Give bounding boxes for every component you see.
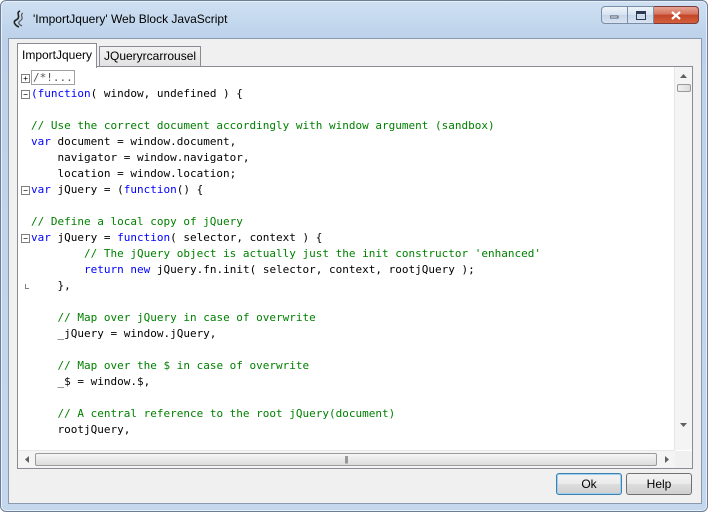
- swirl-javascript-icon: [13, 10, 24, 28]
- code-line: _$ = window.$,: [31, 374, 541, 390]
- arrow-down-icon: [680, 422, 687, 427]
- collapsed-block[interactable]: /*!...: [31, 70, 75, 85]
- collapse-fold-icon[interactable]: −: [21, 90, 30, 99]
- collapse-fold-icon[interactable]: −: [21, 234, 30, 243]
- code-editor[interactable]: + − − − /*!... (function( window, undefined …: [19, 68, 674, 451]
- vertical-scroll-thumb[interactable]: [677, 84, 691, 92]
- code-line: var jQuery = function( selector, context…: [31, 230, 541, 246]
- minimize-button[interactable]: [601, 6, 628, 24]
- code-line: },: [31, 278, 541, 294]
- tab-panel: + − − − /*!... (function( window, undefined …: [17, 66, 693, 469]
- scroll-left-button[interactable]: [18, 451, 35, 468]
- expand-fold-icon[interactable]: +: [21, 74, 30, 83]
- code-comment: // Map over the $ in case of overwrite: [57, 359, 310, 372]
- tab-jqueryrcarrousel[interactable]: JQueryrcarrousel: [99, 46, 202, 67]
- code-line: return new jQuery.fn.init( selector, con…: [31, 262, 541, 278]
- code-keyword: var: [31, 183, 51, 196]
- code-keyword: (function: [31, 87, 91, 100]
- code-line: location = window.location;: [31, 166, 541, 182]
- code-keyword: function: [123, 183, 177, 196]
- close-button[interactable]: [654, 6, 699, 24]
- code-line: var jQuery = (function() {: [31, 182, 541, 198]
- scroll-right-button[interactable]: [658, 451, 675, 468]
- code-token: _jQuery = window.jQuery,: [31, 327, 217, 340]
- collapse-fold-icon[interactable]: −: [21, 186, 30, 195]
- code-token: () {: [176, 183, 204, 196]
- dialog-window: 'ImportJquery' Web Block JavaScript Impo…: [0, 0, 708, 512]
- code-line: // Define a local copy of jQuery: [31, 214, 541, 230]
- code-text[interactable]: /*!... (function( window, undefined ) {//…: [31, 70, 541, 438]
- code-line: (function( window, undefined ) {: [31, 86, 541, 102]
- code-line: var document = window.document,: [31, 134, 541, 150]
- tab-label: ImportJquery: [22, 48, 93, 62]
- code-keyword: var: [31, 231, 51, 244]
- ok-button[interactable]: Ok: [556, 473, 622, 495]
- code-line: rootjQuery,: [31, 422, 541, 438]
- code-line: navigator = window.navigator,: [31, 150, 541, 166]
- title-bar[interactable]: 'ImportJquery' Web Block JavaScript: [1, 1, 707, 37]
- code-comment: // A central reference to the root jQuer…: [57, 407, 396, 420]
- code-token: jQuery.fn.init( selector, context, rootj…: [150, 263, 475, 276]
- code-token: rootjQuery,: [31, 423, 131, 436]
- scroll-up-button[interactable]: [675, 67, 692, 84]
- code-line: _jQuery = window.jQuery,: [31, 326, 541, 342]
- tab-importjquery[interactable]: ImportJquery: [17, 43, 98, 68]
- code-keyword: function: [117, 231, 171, 244]
- horizontal-scrollbar[interactable]: |||: [18, 450, 675, 468]
- scrollbar-corner: [675, 451, 692, 468]
- arrow-right-icon: [664, 456, 669, 463]
- scroll-down-button[interactable]: [675, 416, 692, 433]
- vertical-scrollbar[interactable]: [674, 67, 692, 450]
- code-token: document = window.document,: [50, 135, 237, 148]
- code-line: /*!...: [31, 70, 541, 86]
- arrow-left-icon: [24, 456, 29, 463]
- code-token: },: [31, 279, 71, 292]
- arrow-up-icon: [680, 73, 687, 78]
- minimize-icon: [610, 15, 619, 19]
- dialog-client-area: ImportJquery JQueryrcarrousel + − − − /*!..…: [8, 38, 702, 504]
- code-line: // Map over jQuery in case of overwrite: [31, 310, 541, 326]
- close-icon: [671, 10, 681, 20]
- code-token: ( selector, context ) {: [170, 231, 323, 244]
- code-line: // A central reference to the root jQuer…: [31, 406, 541, 422]
- code-token: navigator = window.navigator,: [31, 151, 250, 164]
- tab-label: JQueryrcarrousel: [104, 49, 197, 63]
- window-title: 'ImportJquery' Web Block JavaScript: [33, 12, 228, 26]
- code-token: jQuery =: [50, 231, 118, 244]
- code-comment: // Map over jQuery in case of overwrite: [57, 311, 316, 324]
- grip-icon: |||: [344, 454, 348, 464]
- help-button[interactable]: Help: [626, 473, 692, 495]
- code-token: ( window, undefined ) {: [90, 87, 243, 100]
- code-line: // The jQuery object is actually just th…: [31, 246, 541, 262]
- code-token: _$ = window.$,: [31, 375, 151, 388]
- code-comment: // Use the correct document accordingly …: [31, 119, 495, 132]
- code-keyword: return: [83, 263, 124, 276]
- fold-end-marker: [25, 284, 29, 289]
- code-comment: // The jQuery object is actually just th…: [83, 247, 541, 260]
- code-token: jQuery = (: [50, 183, 124, 196]
- code-comment: // Define a local copy of jQuery: [31, 215, 243, 228]
- code-keyword: var: [31, 135, 51, 148]
- maximize-icon: [635, 10, 646, 20]
- code-keyword: new: [130, 263, 151, 276]
- maximize-button[interactable]: [628, 6, 654, 24]
- code-token: location = window.location;: [31, 167, 237, 180]
- code-line: // Use the correct document accordingly …: [31, 118, 541, 134]
- code-line: // Map over the $ in case of overwrite: [31, 358, 541, 374]
- horizontal-scroll-thumb[interactable]: |||: [35, 453, 657, 466]
- caption-buttons: [601, 6, 699, 25]
